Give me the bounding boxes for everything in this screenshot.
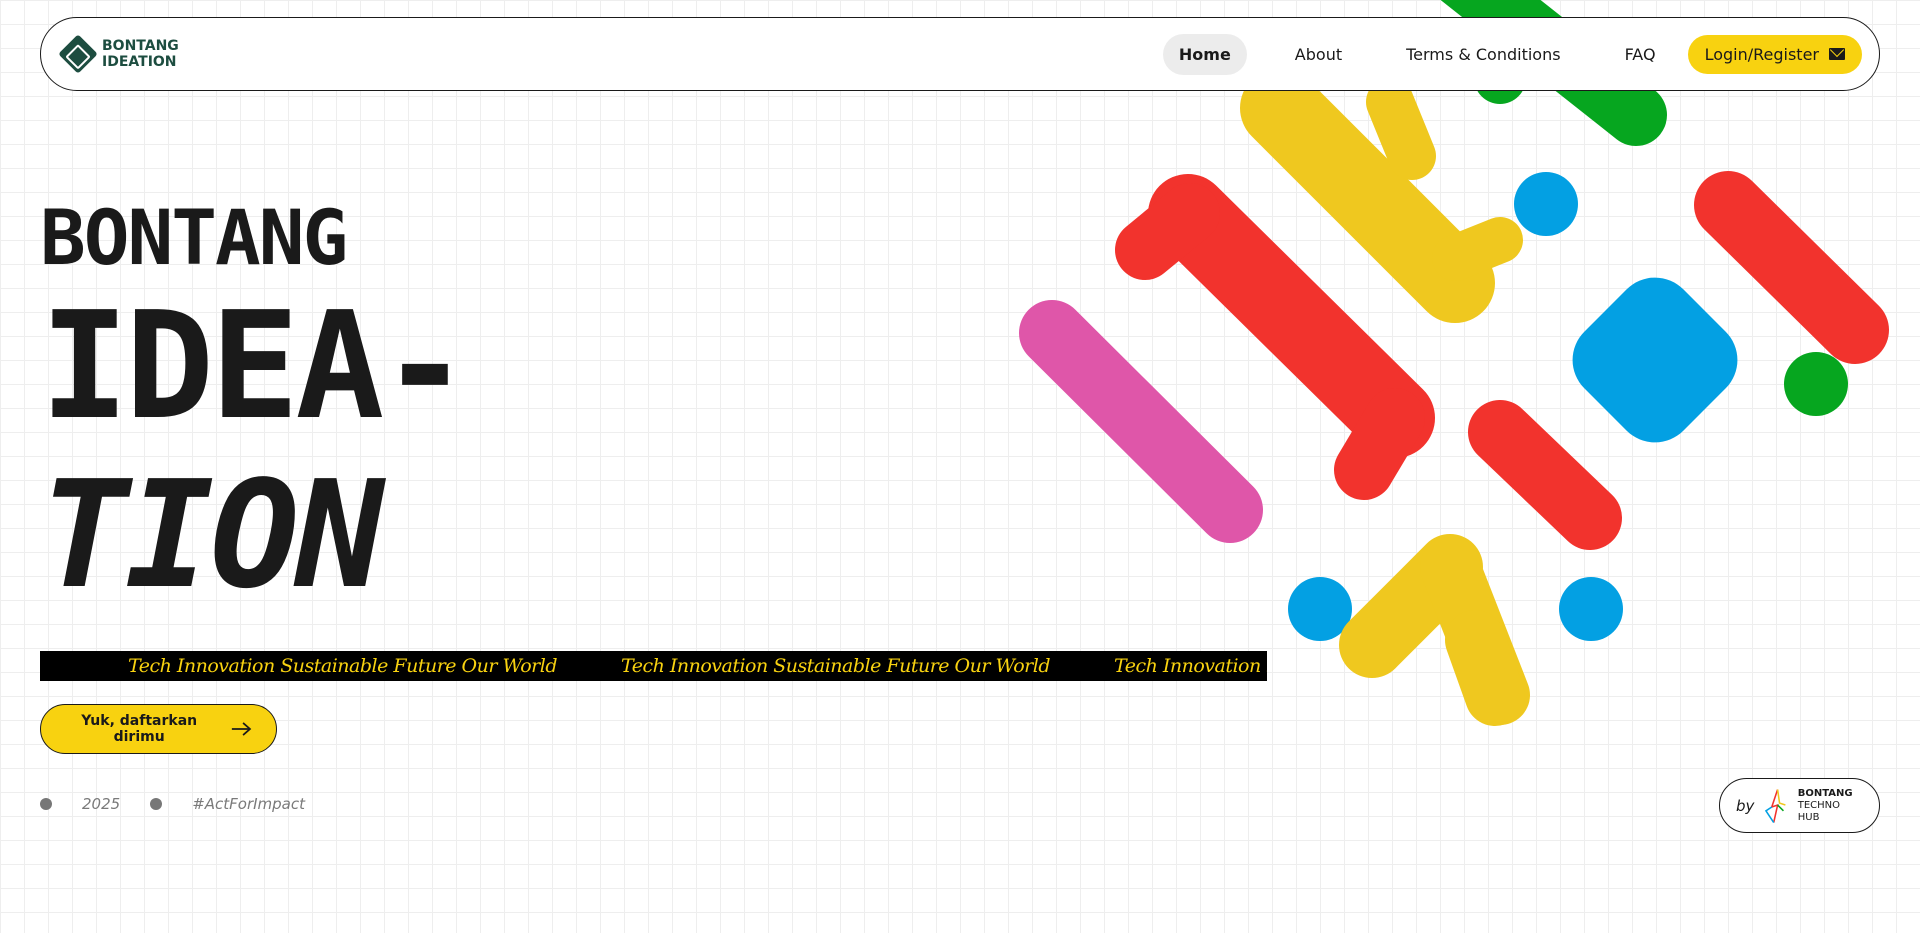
yellow-upper-arm2-shape	[1432, 217, 1523, 281]
pink-bar-shape	[1019, 300, 1263, 543]
hero-title: BONTANG IDEA- TION	[40, 193, 470, 621]
nav-link-home[interactable]: Home	[1162, 33, 1247, 75]
nav-link-faq[interactable]: FAQ	[1609, 34, 1672, 75]
blue-circle-small-1-shape	[1514, 172, 1578, 236]
blue-circle-small-3-shape	[1559, 577, 1623, 641]
login-register-button[interactable]: Login/Register	[1687, 34, 1862, 74]
top-navbar: BONTANG IDEATION Home About Terms & Cond…	[40, 17, 1880, 91]
bullet-dot	[150, 798, 163, 810]
ticker-item: Tech Innovation Sustainable Future Our W…	[128, 655, 558, 677]
organizer-name-line-1: BONTANG	[1797, 787, 1853, 799]
nav-links: Home About Terms & Conditions FAQ Login/…	[1162, 33, 1862, 75]
arrow-right-icon	[232, 722, 252, 736]
yellow-lower-foot-shape	[1445, 610, 1525, 726]
event-hashtag: #ActForImpact	[192, 795, 305, 813]
hero-title-line-3: TION	[40, 449, 384, 621]
nav-link-terms[interactable]: Terms & Conditions	[1390, 34, 1576, 75]
nav-link-about[interactable]: About	[1279, 34, 1358, 75]
meta-row: 2025 #ActForImpact	[40, 795, 335, 813]
brand-logo-link[interactable]: BONTANG IDEATION	[58, 34, 179, 74]
hero-title-line-1: BONTANG	[40, 193, 348, 282]
bullet-dot	[40, 798, 52, 810]
yellow-upper-arm-shape	[1366, 78, 1436, 180]
organizer-name: BONTANG TECHNO HUB	[1798, 788, 1863, 824]
organizer-name-line-2: TECHNO HUB	[1797, 799, 1841, 823]
brand-line-2: IDEATION	[102, 54, 177, 70]
green-circle-right-shape	[1784, 352, 1848, 416]
marquee-ticker: Tech Innovation Sustainable Future Our W…	[40, 651, 1267, 681]
brand-name: BONTANG IDEATION	[102, 38, 179, 70]
ticker-item: Tech Innovation Sustainable Future Our W…	[621, 655, 1051, 677]
brand-line-1: BONTANG	[102, 38, 179, 54]
red-small-bar-shape	[1468, 400, 1622, 550]
blue-rounded-square-shape	[1572, 277, 1738, 443]
red-arm-shape	[1115, 183, 1220, 280]
hero-title-line-2: IDEA-	[40, 280, 470, 452]
by-label: by	[1736, 796, 1755, 815]
login-register-label: Login/Register	[1704, 44, 1819, 64]
register-cta-label: Yuk, daftarkan dirimu	[81, 713, 198, 745]
red-tail-shape	[1334, 388, 1425, 500]
register-cta-button[interactable]: Yuk, daftarkan dirimu	[40, 704, 277, 754]
event-year: 2025	[82, 795, 121, 813]
logo-icon	[58, 34, 98, 74]
organizer-badge[interactable]: by BONTANG TECHNO HUB	[1719, 778, 1880, 833]
red-right-bar-shape	[1694, 171, 1889, 364]
techno-hub-logo-icon	[1765, 788, 1787, 823]
ticker-item: Tech Innovation Sustainable Future Our W…	[1114, 655, 1267, 677]
mail-icon	[1829, 48, 1845, 60]
